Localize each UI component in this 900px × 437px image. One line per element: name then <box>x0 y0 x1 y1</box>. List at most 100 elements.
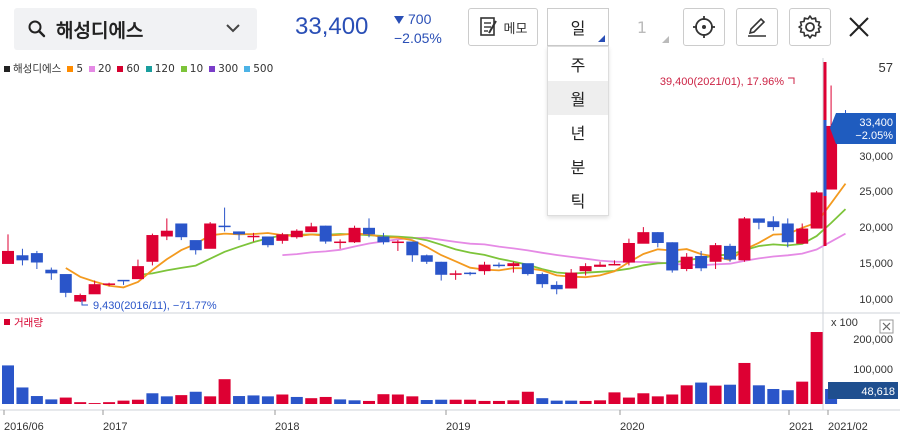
candle-body <box>247 235 260 238</box>
candle-body <box>521 263 534 275</box>
period-option-minute[interactable]: 분 <box>548 149 608 183</box>
candle <box>305 222 318 233</box>
candle-body <box>810 192 823 229</box>
candle <box>334 239 347 249</box>
candle-body <box>290 230 303 238</box>
x-tick-label: 2017 <box>103 421 127 433</box>
volume-bar <box>334 399 347 404</box>
candle-body <box>305 226 318 233</box>
volume-bar <box>680 385 693 404</box>
volume-bar <box>261 396 274 404</box>
candle-body <box>507 263 520 267</box>
x-tick-label: 2016/06 <box>4 421 44 433</box>
price-tick-label: 15,000 <box>859 258 893 270</box>
candle <box>319 225 332 244</box>
candle-body <box>276 234 289 241</box>
x-tick-label: 2021/02 <box>828 421 868 433</box>
candle-body <box>536 274 549 285</box>
candle-body <box>406 241 419 256</box>
candle-body <box>146 235 159 262</box>
volume-bar <box>2 365 14 404</box>
volume-bar <box>565 400 578 404</box>
candle-body <box>594 264 607 267</box>
candle-body <box>550 284 563 290</box>
price-tick-label: 57 <box>879 60 893 75</box>
candle <box>464 271 477 276</box>
volume-bar <box>666 394 679 404</box>
period-option-week[interactable]: 주 <box>548 47 608 81</box>
volume-bar <box>796 381 809 404</box>
candle <box>781 218 794 248</box>
candle <box>738 216 751 262</box>
stock-chart[interactable]: 57 30,000 25,000 20,000 15,000 10,000 33,400−2… <box>0 0 900 437</box>
candle <box>218 207 231 232</box>
volume-bar <box>30 396 43 404</box>
candle <box>117 279 130 285</box>
volume-bar <box>420 400 433 404</box>
candle <box>290 229 303 239</box>
candle-body <box>363 227 375 235</box>
volume-bar <box>391 394 404 404</box>
period-option-year[interactable]: 년 <box>548 115 608 149</box>
period-option-month[interactable]: 월 <box>548 81 608 115</box>
volume-bar <box>550 400 563 404</box>
volume-close-icon[interactable] <box>879 319 894 334</box>
period-option-tick[interactable]: 틱 <box>548 183 608 217</box>
candle-body <box>651 232 664 243</box>
axis-labels: 57 30,000 25,000 20,000 15,000 10,000 33,400−2… <box>3 60 898 433</box>
candle <box>724 243 736 262</box>
candle-body <box>377 236 390 243</box>
price-tick-label: 10,000 <box>859 294 893 306</box>
candle-body <box>666 242 679 271</box>
candle <box>767 216 780 231</box>
volume-bar <box>738 362 751 404</box>
volume-bar <box>752 385 765 404</box>
x-tick-label: 2019 <box>446 421 470 433</box>
high-annotation-arrow <box>788 77 795 84</box>
candle-body <box>2 250 14 264</box>
volume-bar <box>449 399 462 404</box>
volume-bar <box>175 395 188 404</box>
volume-bar <box>637 393 650 404</box>
volume-bar <box>767 388 780 404</box>
candle <box>189 240 202 255</box>
volume-bar <box>131 399 144 404</box>
volume-bar <box>810 332 823 404</box>
candle <box>131 259 144 280</box>
candle <box>449 270 462 280</box>
x-tick-label: 2020 <box>620 421 644 433</box>
volume-label: 거래량 <box>14 317 43 329</box>
volume-bar <box>218 379 231 404</box>
candle-body <box>59 274 72 293</box>
candle <box>2 234 14 264</box>
volume-tick-label: 200,000 <box>853 334 893 346</box>
volume-tick-label: 100,000 <box>853 364 893 376</box>
candle <box>160 218 173 241</box>
candle <box>622 238 635 266</box>
candle-body <box>74 295 87 302</box>
x-tick-label: 2021 <box>789 421 813 433</box>
volume-bar <box>276 394 289 404</box>
candle-body <box>709 245 722 262</box>
candle-body <box>420 255 433 262</box>
volume-bar <box>59 397 72 404</box>
candle <box>276 232 289 244</box>
current-price-tag-pct: −2.05% <box>855 130 893 142</box>
candle-body <box>88 284 101 295</box>
x-tick-label: 2018 <box>275 421 299 433</box>
candle-body <box>478 264 491 272</box>
ma20-line <box>282 232 846 267</box>
candle <box>204 222 217 249</box>
candle-body <box>608 263 621 266</box>
volume-current-value: 48,618 <box>861 386 895 398</box>
candle-body <box>204 223 217 249</box>
candle <box>45 267 58 280</box>
candle-body <box>391 241 404 244</box>
candle <box>666 242 679 273</box>
candle-body <box>160 230 173 237</box>
candle <box>406 241 419 262</box>
candle <box>478 261 491 275</box>
volume-bar <box>478 400 491 404</box>
candle <box>261 236 274 248</box>
candle-body <box>319 225 332 242</box>
